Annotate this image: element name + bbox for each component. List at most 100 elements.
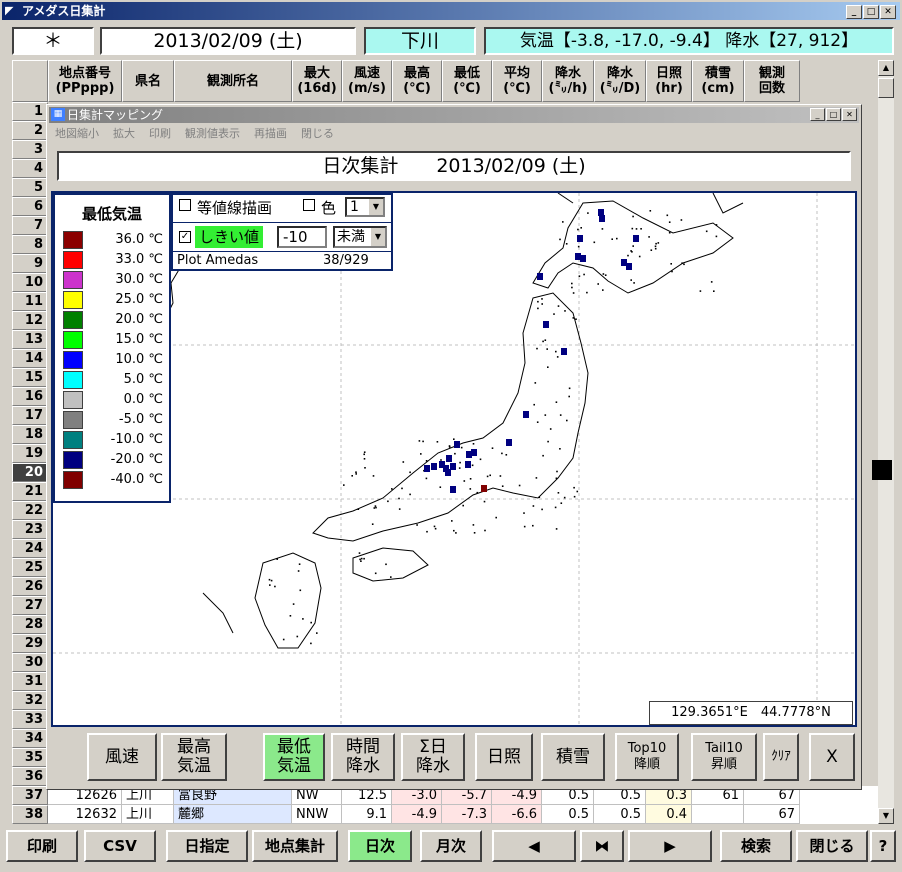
bottom-button-8[interactable]: ▶ (628, 830, 712, 862)
row-number[interactable]: 27 (12, 596, 48, 615)
map-button-0[interactable]: 風速 (87, 733, 157, 781)
row-number[interactable]: 20 (12, 463, 48, 482)
row-number[interactable]: 15 (12, 368, 48, 387)
column-header-9[interactable]: 降水 (㍉/D) (594, 60, 646, 102)
column-header-11[interactable]: 積雪 (cm) (692, 60, 744, 102)
map-button-5[interactable]: 日照 (475, 733, 533, 781)
row-number[interactable]: 21 (12, 482, 48, 501)
map-button-6[interactable]: 積雪 (541, 733, 605, 781)
map-button-9[interactable]: ｸﾘｱ (763, 733, 799, 781)
row-number[interactable]: 2 (12, 121, 48, 140)
star-field[interactable]: ＊ (12, 27, 94, 55)
row-number[interactable]: 33 (12, 710, 48, 729)
column-header-0[interactable]: 地点番号 (PPppp) (48, 60, 122, 102)
close-button[interactable]: ✕ (880, 5, 896, 19)
row-number[interactable]: 10 (12, 273, 48, 292)
chevron-down-icon[interactable]: ▼ (369, 199, 383, 215)
bottom-button-9[interactable]: 検索 (720, 830, 792, 862)
scroll-thumb[interactable] (878, 78, 894, 98)
map-menu-item[interactable]: 閉じる (301, 125, 334, 141)
bottom-button-0[interactable]: 印刷 (6, 830, 78, 862)
bottom-button-5[interactable]: 月次 (420, 830, 482, 862)
row-number[interactable]: 16 (12, 387, 48, 406)
row-number[interactable]: 6 (12, 197, 48, 216)
row-number[interactable]: 8 (12, 235, 48, 254)
minimize-button[interactable]: _ (846, 5, 862, 19)
column-header-3[interactable]: 最大 (16d) (292, 60, 342, 102)
column-header-5[interactable]: 最高 (℃) (392, 60, 442, 102)
bottom-button-3[interactable]: 地点集計 (252, 830, 338, 862)
row-number[interactable]: 34 (12, 729, 48, 748)
map-button-1[interactable]: 最高 気温 (161, 733, 227, 781)
map-button-10[interactable]: X (809, 733, 855, 781)
map-menu-item[interactable]: 観測値表示 (185, 125, 240, 141)
column-header-6[interactable]: 最低 (℃) (442, 60, 492, 102)
column-header-10[interactable]: 日照 (hr) (646, 60, 692, 102)
row-number[interactable]: 25 (12, 558, 48, 577)
table-row[interactable]: 12632 上川 麓郷 NNW 9.1 -4.9 -7.3 -6.6 0.5 0.5 0.4 67 (48, 805, 878, 824)
column-header-1[interactable]: 県名 (122, 60, 174, 102)
row-number[interactable]: 37 (12, 786, 48, 805)
map-button-8[interactable]: Tail10 昇順 (691, 733, 757, 781)
column-header-4[interactable]: 風速 (m/s) (342, 60, 392, 102)
contour-checkbox[interactable] (179, 199, 191, 211)
threshold-checkbox[interactable]: ✓ (179, 231, 191, 243)
column-header-7[interactable]: 平均 (℃) (492, 60, 542, 102)
map-close-button[interactable]: ✕ (842, 108, 857, 121)
map-button-7[interactable]: Top10 降順 (615, 733, 679, 781)
row-number[interactable]: 24 (12, 539, 48, 558)
bottom-button-1[interactable]: CSV (84, 830, 156, 862)
column-header-2[interactable]: 観測所名 (174, 60, 292, 102)
column-header-12[interactable]: 観測 回数 (744, 60, 800, 102)
column-header-8[interactable]: 降水 (㍉/h) (542, 60, 594, 102)
bottom-button-11[interactable]: ? (870, 830, 896, 862)
bottom-button-4[interactable]: 日次 (348, 830, 412, 862)
map-maximize-button[interactable]: □ (826, 108, 841, 121)
map-minimize-button[interactable]: _ (810, 108, 825, 121)
threshold-input[interactable]: -10 (277, 226, 327, 248)
row-number[interactable]: 7 (12, 216, 48, 235)
vertical-scrollbar[interactable]: ▲ ▼ (872, 60, 894, 824)
map-button-2[interactable]: 最低 気温 (263, 733, 325, 781)
row-number[interactable]: 11 (12, 292, 48, 311)
color-select[interactable]: 1 ▼ (345, 197, 385, 217)
map-canvas[interactable]: 最低気温 36.0 ℃ 33.0 ℃ 30.0 ℃ 25.0 ℃ 20.0 ℃ 15.0 … (51, 191, 857, 727)
row-number[interactable]: 3 (12, 140, 48, 159)
map-button-3[interactable]: 時間 降水 (331, 733, 395, 781)
row-number[interactable]: 35 (12, 748, 48, 767)
map-menu-item[interactable]: 印刷 (149, 125, 171, 141)
row-number[interactable]: 17 (12, 406, 48, 425)
row-number[interactable]: 12 (12, 311, 48, 330)
threshold-mode-select[interactable]: 未満 ▼ (333, 226, 387, 248)
row-number[interactable]: 38 (12, 805, 48, 824)
row-number[interactable]: 23 (12, 520, 48, 539)
row-number[interactable]: 26 (12, 577, 48, 596)
row-number[interactable]: 18 (12, 425, 48, 444)
map-button-4[interactable]: Σ日 降水 (401, 733, 465, 781)
row-number[interactable]: 14 (12, 349, 48, 368)
row-number[interactable]: 28 (12, 615, 48, 634)
row-number[interactable]: 5 (12, 178, 48, 197)
color-checkbox[interactable] (303, 199, 315, 211)
row-number[interactable]: 9 (12, 254, 48, 273)
bottom-button-6[interactable]: ◀ (492, 830, 576, 862)
maximize-button[interactable]: □ (863, 5, 879, 19)
map-menu-item[interactable]: 再描画 (254, 125, 287, 141)
row-number[interactable]: 31 (12, 672, 48, 691)
row-number[interactable]: 29 (12, 634, 48, 653)
row-number[interactable]: 13 (12, 330, 48, 349)
row-number[interactable]: 19 (12, 444, 48, 463)
map-menu-item[interactable]: 地図縮小 (55, 125, 99, 141)
row-number[interactable]: 4 (12, 159, 48, 178)
row-number[interactable]: 22 (12, 501, 48, 520)
bottom-button-7[interactable]: ⧓ (580, 830, 624, 862)
bottom-button-10[interactable]: 閉じる (796, 830, 868, 862)
map-menu-item[interactable]: 拡大 (113, 125, 135, 141)
row-number[interactable]: 30 (12, 653, 48, 672)
row-number[interactable]: 1 (12, 102, 48, 121)
row-number[interactable]: 32 (12, 691, 48, 710)
scroll-up-icon[interactable]: ▲ (878, 60, 894, 76)
row-number[interactable]: 36 (12, 767, 48, 786)
chevron-down-icon[interactable]: ▼ (371, 228, 385, 246)
scroll-down-icon[interactable]: ▼ (878, 808, 894, 824)
